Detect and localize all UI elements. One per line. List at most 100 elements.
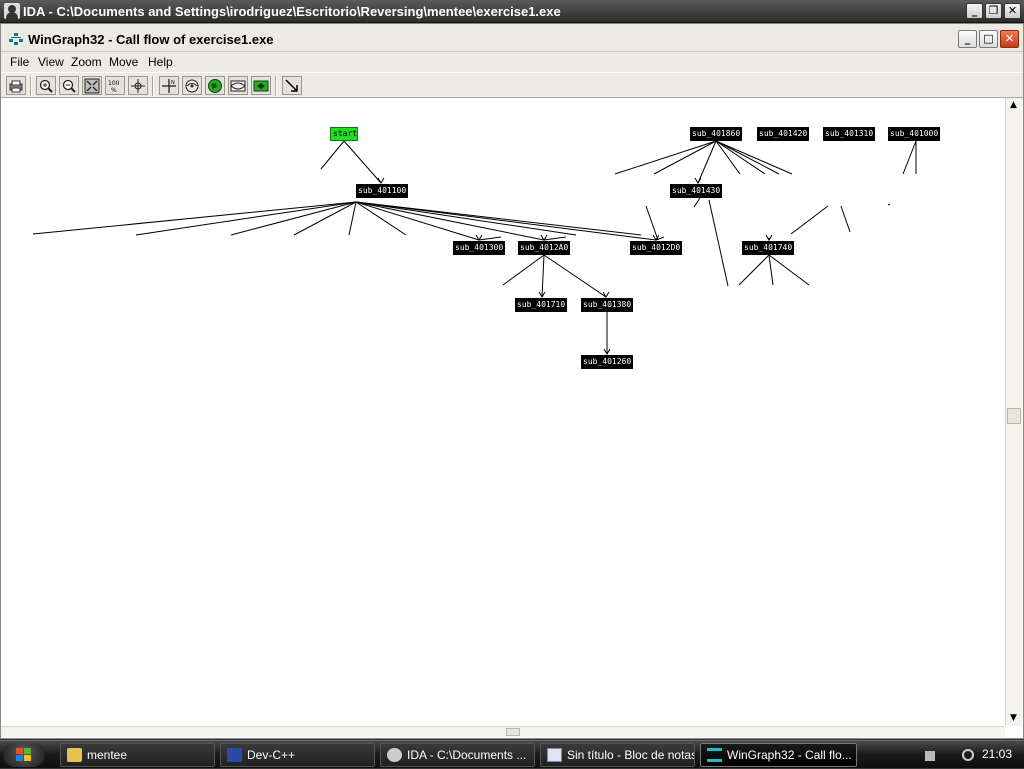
ida-window-title: IDA - C:\Documents and Settings\irodrigu… bbox=[23, 4, 561, 19]
graph-edge bbox=[715, 140, 780, 175]
graph-node-sub-4012a0[interactable]: sub_4012A0 bbox=[518, 241, 570, 255]
fit-window-icon[interactable] bbox=[82, 76, 102, 95]
graph-node-sub-401710[interactable]: sub_401710 bbox=[515, 298, 567, 312]
graph-node-sub-401860[interactable]: sub_401860 bbox=[690, 127, 742, 141]
scroll-down-icon[interactable]: ▼ bbox=[1006, 711, 1021, 726]
menu-bar: File View Zoom Move Help bbox=[1, 52, 1023, 72]
ida-app-icon bbox=[4, 3, 20, 19]
graph-edge bbox=[478, 236, 502, 241]
menu-move[interactable]: Move bbox=[109, 55, 138, 69]
edge-arrowhead bbox=[602, 291, 610, 298]
taskbar: mentee Dev-C++ IDA - C:\Documents ... Si… bbox=[0, 740, 1024, 768]
graph-canvas[interactable]: start sub_401100 sub_401300 sub_4012A0 sub_4… bbox=[1, 98, 1005, 726]
svg-text:N: N bbox=[171, 80, 175, 86]
svg-text:%: % bbox=[111, 87, 117, 94]
graph-edge bbox=[32, 201, 357, 235]
graph-edge bbox=[320, 140, 345, 170]
wingraph-window: WinGraph32 - Call flow of exercise1.exe … bbox=[0, 23, 1024, 739]
svg-text:100: 100 bbox=[108, 80, 120, 87]
devcpp-icon bbox=[227, 748, 242, 762]
graph-edge bbox=[902, 140, 917, 175]
task-label: Dev-C++ bbox=[247, 748, 296, 762]
task-notepad[interactable]: Sin título - Bloc de notas bbox=[540, 743, 695, 767]
menu-view[interactable]: View bbox=[38, 55, 64, 69]
task-devcpp[interactable]: Dev-C++ bbox=[220, 743, 375, 767]
wingraph-minimize-button[interactable]: _ bbox=[958, 30, 977, 48]
graph-edge bbox=[543, 254, 607, 298]
graph-edges bbox=[32, 140, 917, 355]
ida-title-bar[interactable]: IDA - C:\Documents and Settings\irodrigu… bbox=[0, 0, 1024, 23]
menu-help[interactable]: Help bbox=[148, 55, 173, 69]
system-tray: 21:03 bbox=[915, 741, 1024, 769]
fisheye-icon[interactable] bbox=[228, 76, 248, 95]
wingraph-title-bar[interactable]: WinGraph32 - Call flow of exercise1.exe … bbox=[1, 24, 1023, 52]
graph-node-sub-401740[interactable]: sub_401740 bbox=[742, 241, 794, 255]
horizontal-scroll-thumb[interactable] bbox=[506, 728, 520, 736]
graph-edge bbox=[502, 254, 545, 286]
wingraph-app-icon bbox=[9, 33, 23, 45]
graph-node-sub-401100[interactable]: sub_401100 bbox=[356, 184, 408, 198]
wingraph-close-button[interactable]: ✕ bbox=[1000, 30, 1019, 48]
task-label: mentee bbox=[87, 748, 128, 762]
task-label: WinGraph32 - Call flo... bbox=[727, 748, 852, 762]
graph-edge bbox=[840, 205, 851, 233]
graph-node-sub-401430[interactable]: sub_401430 bbox=[670, 184, 722, 198]
horizontal-scrollbar[interactable] bbox=[1, 726, 1005, 737]
print-icon[interactable] bbox=[6, 76, 26, 95]
graph-edge bbox=[614, 140, 717, 175]
graph-edge bbox=[768, 254, 810, 286]
vertical-scrollbar[interactable]: ▲ ▼ bbox=[1005, 98, 1022, 726]
restore-button[interactable]: ❐ bbox=[985, 3, 1002, 19]
task-mentee[interactable]: mentee bbox=[60, 743, 215, 767]
wingraph-window-title: WinGraph32 - Call flow of exercise1.exe bbox=[28, 32, 274, 47]
keyboard-icon[interactable] bbox=[925, 751, 935, 761]
start-button[interactable] bbox=[3, 743, 45, 767]
graph-node-start[interactable]: start bbox=[330, 127, 358, 141]
graph-edge bbox=[768, 254, 774, 286]
menu-file[interactable]: File bbox=[10, 55, 29, 69]
wingraph-maximize-button[interactable]: □ bbox=[979, 30, 998, 48]
toolbar: 100% N bbox=[1, 72, 1023, 98]
zoom-out-icon[interactable] bbox=[59, 76, 79, 95]
graph-edge bbox=[887, 203, 891, 206]
edge-arrowhead bbox=[765, 234, 773, 241]
change-layout-icon[interactable] bbox=[282, 76, 302, 95]
graph-edge bbox=[645, 205, 659, 241]
graph-node-sub-4012d0[interactable]: sub_4012D0 bbox=[630, 241, 682, 255]
network-icon[interactable] bbox=[962, 749, 974, 761]
ida-icon bbox=[387, 748, 402, 762]
vertical-scroll-thumb[interactable] bbox=[1007, 408, 1021, 424]
graph-edge bbox=[790, 205, 829, 235]
task-wingraph[interactable]: WinGraph32 - Call flo... bbox=[700, 743, 857, 767]
graph-edge bbox=[230, 201, 357, 236]
graph-node-sub-401310[interactable]: sub_401310 bbox=[823, 127, 875, 141]
fisheye-green-icon[interactable] bbox=[251, 76, 271, 95]
graph-node-sub-401420[interactable]: sub_401420 bbox=[757, 127, 809, 141]
menu-zoom[interactable]: Zoom bbox=[71, 55, 102, 69]
graph-node-sub-401380[interactable]: sub_401380 bbox=[581, 298, 633, 312]
folder-icon bbox=[67, 748, 82, 762]
graph-edge bbox=[738, 254, 770, 286]
orbit-icon[interactable] bbox=[182, 76, 202, 95]
notepad-icon bbox=[547, 748, 562, 762]
graph-edge bbox=[708, 199, 729, 287]
center-icon[interactable] bbox=[128, 76, 148, 95]
task-label: IDA - C:\Documents ... bbox=[407, 748, 527, 762]
graph-node-sub-401300[interactable]: sub_401300 bbox=[453, 241, 505, 255]
north-icon[interactable]: N bbox=[159, 76, 179, 95]
globe-icon[interactable] bbox=[205, 76, 225, 95]
graph-edge bbox=[355, 201, 577, 236]
graph-edge bbox=[541, 254, 545, 298]
graph-node-sub-401260[interactable]: sub_401260 bbox=[581, 355, 633, 369]
graph-edge bbox=[697, 140, 717, 184]
graph-edge bbox=[355, 201, 480, 241]
graph-edge bbox=[653, 140, 717, 175]
minimize-button[interactable]: _ bbox=[966, 3, 983, 19]
task-ida[interactable]: IDA - C:\Documents ... bbox=[380, 743, 535, 767]
zoom-in-icon[interactable] bbox=[36, 76, 56, 95]
close-button[interactable]: ✕ bbox=[1004, 3, 1021, 19]
graph-node-sub-401000[interactable]: sub_401000 bbox=[888, 127, 940, 141]
graph-edge bbox=[343, 140, 382, 184]
scroll-up-icon[interactable]: ▲ bbox=[1006, 98, 1021, 113]
zoom-100-icon[interactable]: 100% bbox=[105, 76, 125, 95]
